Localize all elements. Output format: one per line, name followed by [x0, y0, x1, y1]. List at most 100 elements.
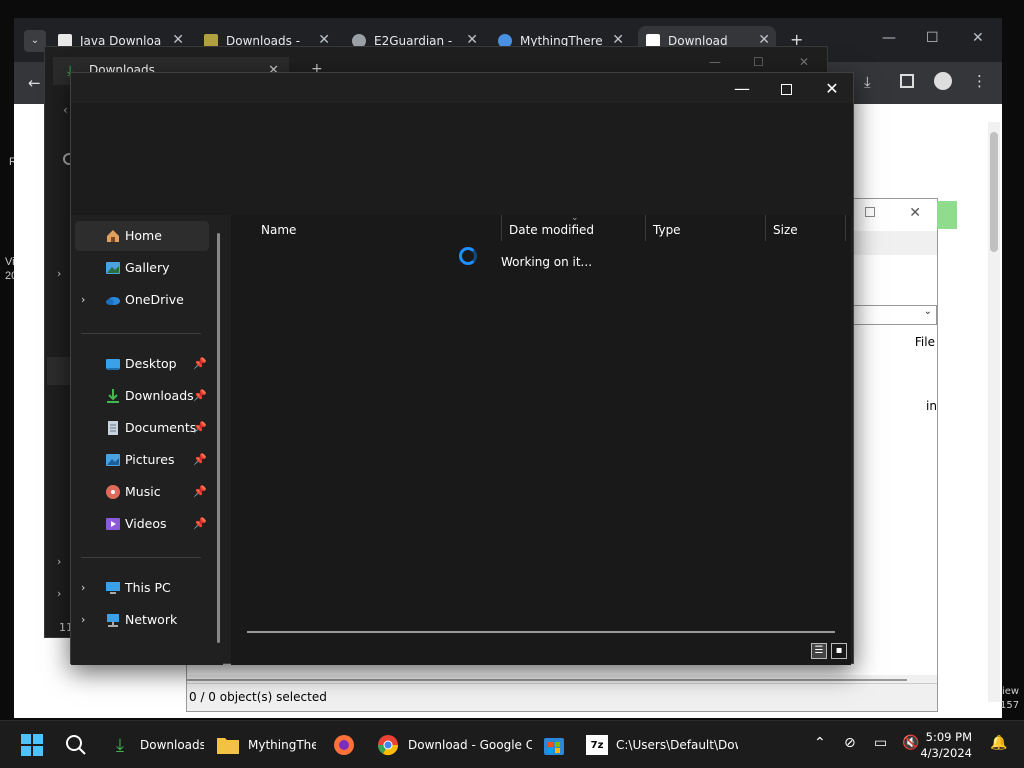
taskbar-item-downloads[interactable]: ⤓ Downloads [108, 729, 204, 761]
desktop-icon [105, 356, 121, 372]
show-hidden-icons-chevron-icon[interactable]: ⌃ [814, 735, 826, 751]
taskbar-item-chrome[interactable]: Download - Google C [376, 729, 532, 761]
gallery-icon [105, 260, 121, 276]
folder-icon [216, 733, 240, 757]
expand-chevron-icon[interactable]: › [81, 581, 85, 594]
loading-status-text: Working on it... [501, 255, 593, 269]
downloads-nav-chevron[interactable]: › [57, 267, 61, 280]
column-separator[interactable] [645, 215, 646, 241]
pin-icon[interactable]: 📌 [193, 453, 207, 466]
nav-item-label: Gallery [125, 260, 170, 275]
firefox-icon [332, 733, 356, 757]
minimize-button[interactable]: — [719, 75, 765, 105]
downloads-nav-selected [47, 357, 71, 385]
volume-muted-icon[interactable]: 🔇 [902, 735, 919, 751]
taskbar-item-firefox[interactable] [332, 729, 360, 761]
back-arrow-icon[interactable]: ← [28, 74, 41, 92]
downloads-maximize-button[interactable]: ☐ [753, 55, 764, 69]
notification-bell-icon[interactable]: 🔔 [990, 735, 1007, 751]
network-disconnected-icon[interactable]: ⊘ [844, 735, 856, 751]
chrome-menu-icon[interactable]: ⋮ [972, 72, 987, 90]
chrome-maximize-button[interactable]: ☐ [926, 30, 939, 46]
nav-scrollbar[interactable] [217, 233, 220, 643]
downloads-minimize-button[interactable]: — [709, 55, 721, 69]
nav-item-desktop[interactable]: Desktop 📌 [75, 349, 209, 379]
nav-item-label: Music [125, 484, 161, 499]
search-button[interactable] [64, 733, 88, 757]
chrome-minimize-button[interactable]: — [882, 30, 896, 46]
sevenzip-maximize-button[interactable] [865, 207, 875, 217]
horizontal-scrollbar[interactable] [247, 631, 835, 633]
nav-item-label: Network [125, 612, 178, 627]
onedrive-icon [105, 292, 121, 308]
pin-icon[interactable]: 📌 [193, 421, 207, 434]
taskbar: ⤓ Downloads MythingThe Download - Google… [0, 720, 1024, 768]
expand-chevron-icon[interactable]: › [81, 293, 85, 306]
nav-item-label: Home [125, 228, 162, 243]
column-header-date-modified[interactable]: Date modified [509, 223, 594, 237]
pictures-icon [105, 452, 121, 468]
column-separator[interactable] [765, 215, 766, 241]
downloads-nav-chevron[interactable]: › [57, 555, 61, 568]
sevenzip-status-bar: 0 / 0 object(s) selected [187, 683, 937, 711]
nav-item-label: Downloads [125, 388, 194, 403]
home-icon [105, 228, 121, 244]
downloads-close-button[interactable]: ✕ [799, 55, 809, 69]
nav-item-documents[interactable]: Documents 📌 [75, 413, 209, 443]
column-separator[interactable] [501, 215, 502, 241]
column-separator[interactable] [845, 215, 846, 241]
explorer-command-area [71, 103, 853, 215]
nav-item-label: Pictures [125, 452, 175, 467]
nav-item-label: Documents [125, 420, 197, 435]
scrollbar-thumb[interactable] [990, 132, 998, 252]
taskbar-item-label: MythingThe [248, 738, 316, 752]
downloads-back-icon[interactable]: ‹ [63, 103, 68, 117]
sort-chevron-icon: ⌄ [571, 213, 579, 223]
sevenzip-close-button[interactable]: ✕ [909, 205, 921, 221]
download-icon[interactable]: ⤓ [864, 73, 871, 91]
expand-chevron-icon[interactable]: › [81, 613, 85, 626]
file-explorer-window: — ✕ Home Gallery › OneDrive Desktop 📌 Do… [70, 72, 855, 665]
sevenzip-dropdown[interactable]: ⌄ [847, 305, 937, 325]
page-scrollbar[interactable] [988, 122, 1000, 702]
system-clock[interactable]: 5:09 PM 4/3/2024 [920, 729, 972, 761]
column-header-type[interactable]: Type [653, 223, 681, 237]
nav-item-this-pc[interactable]: › This PC [75, 573, 209, 603]
videos-icon [105, 516, 121, 532]
taskbar-item-file-explorer[interactable]: MythingThe [216, 729, 316, 761]
details-view-icon[interactable]: ☰ [811, 643, 827, 659]
sevenzip-hscroll[interactable] [187, 679, 907, 681]
downloads-nav-chevron[interactable]: › [57, 587, 61, 600]
nav-item-music[interactable]: Music 📌 [75, 477, 209, 507]
taskbar-item-label: Download - Google C [408, 738, 532, 752]
display-icon[interactable]: ▭ [874, 735, 887, 751]
loading-spinner-icon [459, 247, 477, 265]
taskbar-item-7zip[interactable]: 7z C:\Users\Default\Dow [586, 729, 738, 761]
side-panel-icon[interactable] [900, 74, 914, 88]
column-header-name[interactable]: Name [261, 223, 296, 237]
tab-search-button[interactable]: ⌄ [24, 30, 46, 52]
start-button[interactable] [20, 733, 44, 757]
pin-icon[interactable]: 📌 [193, 357, 207, 370]
nav-item-home[interactable]: Home [75, 221, 209, 251]
pin-icon[interactable]: 📌 [193, 485, 207, 498]
documents-icon [105, 420, 121, 436]
taskbar-item-label: Downloads [140, 738, 204, 752]
nav-item-onedrive[interactable]: › OneDrive [75, 285, 209, 315]
nav-item-videos[interactable]: Videos 📌 [75, 509, 209, 539]
maximize-button[interactable] [763, 75, 809, 105]
pin-icon[interactable]: 📌 [193, 389, 207, 402]
column-header-size[interactable]: Size [773, 223, 798, 237]
sevenzip-in-label: in [926, 399, 937, 413]
nav-item-downloads[interactable]: Downloads 📌 [75, 381, 209, 411]
close-button[interactable]: ✕ [809, 75, 855, 105]
large-icons-view-icon[interactable]: ▪ [831, 643, 847, 659]
taskbar-item-store[interactable] [542, 729, 570, 761]
profile-icon[interactable] [934, 72, 952, 90]
nav-item-network[interactable]: › Network [75, 605, 209, 635]
nav-item-pictures[interactable]: Pictures 📌 [75, 445, 209, 475]
nav-item-gallery[interactable]: Gallery [75, 253, 209, 283]
pin-icon[interactable]: 📌 [193, 517, 207, 530]
file-list-pane: Name ⌄ Date modified Type Size Working o… [231, 213, 851, 665]
chrome-close-button[interactable]: ✕ [972, 30, 984, 46]
